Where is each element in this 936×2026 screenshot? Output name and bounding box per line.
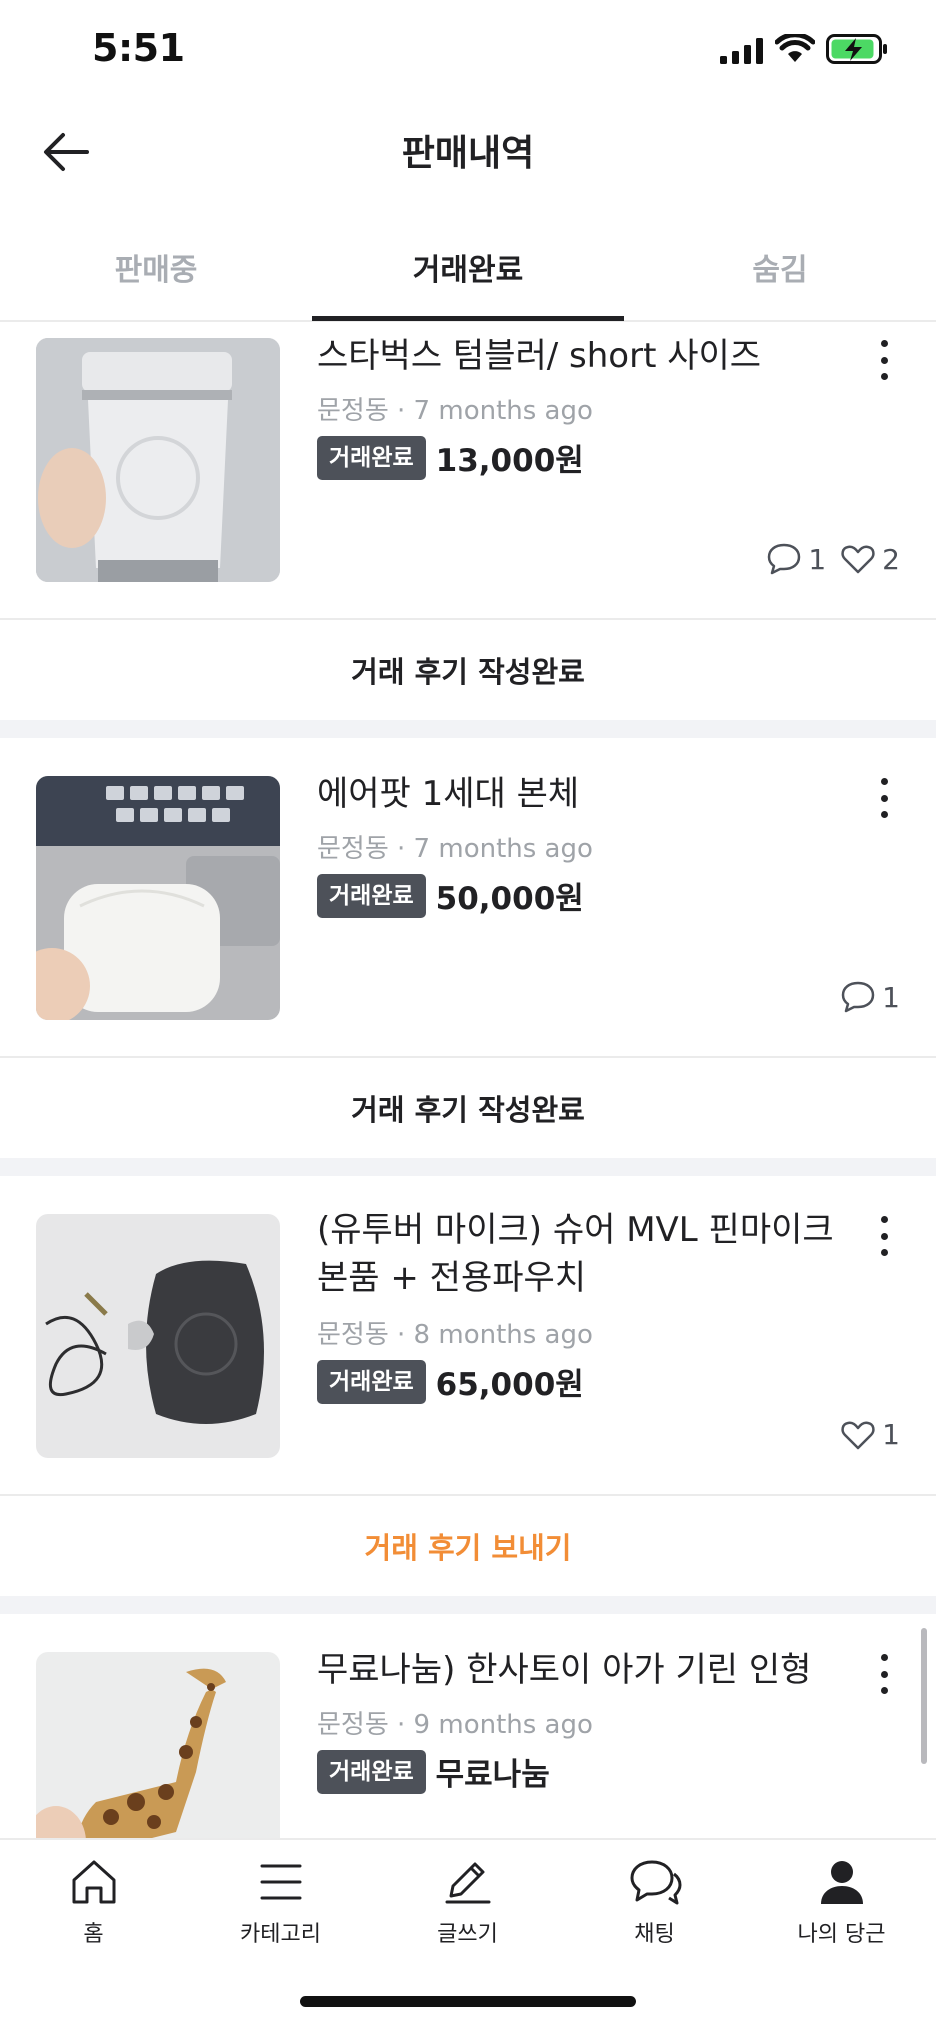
item-price: 무료나눔 [435,1757,550,1793]
nav-category[interactable]: 카테고리 [187,1858,374,1948]
tab-selling[interactable]: 판매중 [0,212,312,322]
item-meta: 문정동 · 9 months ago [317,1710,593,1740]
scrollbar[interactable] [921,1628,927,1764]
signal-icon [720,38,763,64]
home-icon [72,1860,115,1904]
status-badge: 거래완료 [317,435,426,480]
nav-write-label: 글쓰기 [437,1922,498,1947]
heart-icon [841,1421,875,1449]
sales-list[interactable]: 스타벅스 텀블러/ short 사이즈 문정동 · 7 months ago 거… [0,322,936,1838]
nav-category-label: 카테고리 [240,1922,321,1947]
tab-hidden[interactable]: 숨김 [624,212,936,322]
list-item[interactable]: (유투버 마이크) 슈어 MVL 핀마이크 본품 + 전용파우치 문정동 · 8… [0,1176,936,1476]
app-header: 판매내역 [0,100,936,200]
chat-count-value: 1 [808,542,827,576]
like-count: 2 [840,543,900,576]
heart-icon [841,545,875,574]
section-gap [0,1596,936,1614]
nav-write[interactable]: 글쓰기 [374,1858,561,1948]
nav-my-page[interactable]: 나의 당근 [748,1858,935,1948]
tab-indicator [312,316,624,321]
status-badge: 거래완료 [317,873,426,918]
microphone-pouch-image [36,1214,280,1458]
item-title: (유투버 마이크) 슈어 MVL 핀마이크 본품 + 전용파우치 [317,1210,834,1298]
pencil-icon [445,1862,490,1904]
home-indicator[interactable] [300,1996,636,2007]
more-options-button[interactable] [872,340,896,380]
nav-home-label: 홈 [83,1922,104,1947]
chat-icon [630,1860,681,1905]
item-counts: 1 [826,1418,900,1451]
like-count-value: 1 [882,1418,900,1451]
status-bar: 5:51 [0,0,936,100]
price-row: 거래완료 13,000원 [317,435,584,480]
wifi-icon [775,34,815,62]
product-thumbnail [36,338,280,582]
item-price: 13,000원 [435,443,584,479]
review-done-button[interactable]: 거래 후기 작성완료 [0,620,936,720]
status-badge: 거래완료 [317,1749,426,1794]
review-done-button[interactable]: 거래 후기 작성완료 [0,1058,936,1158]
item-meta: 문정동 · 8 months ago [317,1320,593,1350]
airpods-image [36,776,280,1020]
item-title: 무료나눔) 한사토이 아가 기린 인형 [317,1650,812,1690]
giraffe-doll-image [36,1652,280,1838]
battery-icon [826,34,887,64]
chat-bubble-icon [768,543,801,575]
item-price: 50,000원 [435,881,584,917]
section-gap [0,720,936,738]
user-icon [820,1861,863,1904]
item-counts: 1 [826,980,900,1014]
status-time: 5:51 [92,26,185,70]
more-options-button[interactable] [872,1216,896,1256]
tab-completed[interactable]: 거래완료 [312,212,624,322]
nav-chat-label: 채팅 [634,1922,675,1947]
item-counts: 1 2 [752,542,900,576]
list-item[interactable]: 스타벅스 텀블러/ short 사이즈 문정동 · 7 months ago 거… [0,322,936,622]
send-review-button[interactable]: 거래 후기 보내기 [0,1496,936,1596]
list-item[interactable]: 무료나눔) 한사토이 아가 기린 인형 문정동 · 9 months ago 거… [0,1614,936,1838]
status-badge: 거래완료 [317,1359,426,1404]
item-meta: 문정동 · 7 months ago [317,834,593,864]
product-thumbnail [36,776,280,1020]
tumbler-image [36,338,280,582]
price-row: 거래완료 무료나눔 [317,1749,550,1794]
menu-icon [260,1864,301,1900]
more-options-button[interactable] [872,778,896,818]
chat-count-value: 1 [882,980,900,1014]
item-title: 스타벅스 텀블러/ short 사이즈 [317,336,762,376]
price-row: 거래완료 65,000원 [317,1359,584,1404]
chat-bubble-icon [841,981,875,1013]
nav-chat[interactable]: 채팅 [561,1858,748,1948]
chat-count: 1 [766,542,826,576]
item-title: 에어팟 1세대 본체 [317,774,580,814]
section-gap [0,1158,936,1176]
page-title: 판매내역 [401,133,535,174]
product-thumbnail [36,1652,280,1838]
item-price: 65,000원 [435,1367,584,1403]
list-item[interactable]: 에어팟 1세대 본체 문정동 · 7 months ago 거래완료 50,00… [0,738,936,1038]
chat-count: 1 [840,980,900,1014]
item-meta: 문정동 · 7 months ago [317,396,593,426]
nav-my-page-label: 나의 당근 [797,1922,886,1947]
price-row: 거래완료 50,000원 [317,873,584,918]
more-options-button[interactable] [872,1654,896,1694]
nav-home[interactable]: 홈 [0,1858,187,1948]
like-count-value: 2 [882,542,900,576]
like-count: 1 [840,1418,900,1451]
product-thumbnail [36,1214,280,1458]
tab-bar: 판매중 거래완료 숨김 [0,212,936,322]
